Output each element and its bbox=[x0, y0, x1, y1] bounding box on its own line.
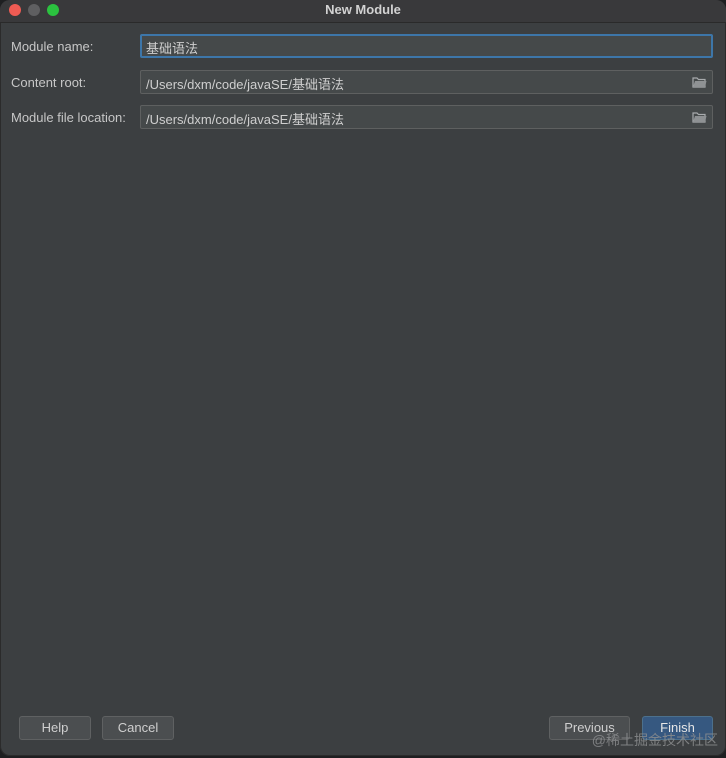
module-name-label: Module name: bbox=[11, 39, 94, 54]
new-module-dialog: New Module Module name: 基础语法 Content roo… bbox=[0, 0, 726, 756]
content-root-value: /Users/dxm/code/javaSE/基础语法 bbox=[146, 77, 344, 92]
module-name-input[interactable]: 基础语法 bbox=[140, 34, 713, 58]
content-root-input[interactable]: /Users/dxm/code/javaSE/基础语法 bbox=[140, 70, 713, 94]
window-title: New Module bbox=[325, 2, 401, 17]
module-file-location-label: Module file location: bbox=[11, 110, 126, 125]
folder-icon[interactable] bbox=[692, 112, 707, 123]
cancel-button[interactable]: Cancel bbox=[102, 716, 174, 740]
content-root-row: Content root: /Users/dxm/code/javaSE/基础语… bbox=[0, 70, 726, 96]
content-root-label: Content root: bbox=[11, 75, 87, 90]
folder-icon[interactable] bbox=[692, 77, 707, 88]
module-name-value: 基础语法 bbox=[146, 41, 199, 56]
module-file-location-row: Module file location: /Users/dxm/code/ja… bbox=[0, 105, 726, 131]
title-bar: New Module bbox=[0, 0, 726, 23]
help-button[interactable]: Help bbox=[19, 716, 91, 740]
watermark: @稀土掘金技术社区 bbox=[591, 732, 718, 748]
module-name-row: Module name: 基础语法 bbox=[0, 34, 726, 60]
module-file-location-input[interactable]: /Users/dxm/code/javaSE/基础语法 bbox=[140, 105, 713, 129]
module-file-location-value: /Users/dxm/code/javaSE/基础语法 bbox=[146, 112, 344, 127]
